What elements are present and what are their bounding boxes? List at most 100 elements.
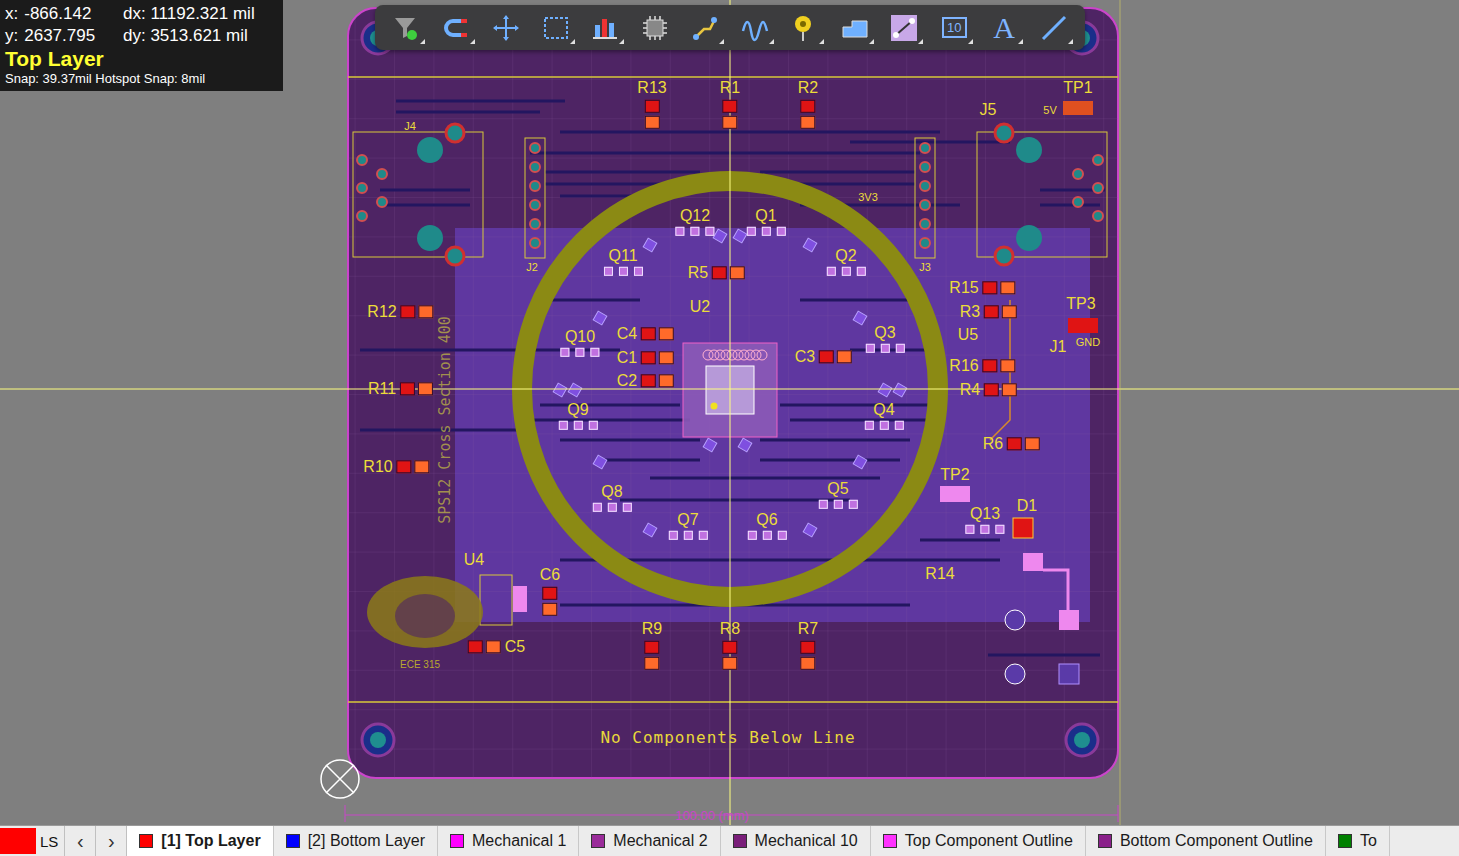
coordinate-hud: x:-866.142dx: 11192.321 mily:2637.795dy:… (0, 0, 283, 91)
tool-button[interactable]: 10 (931, 8, 977, 48)
layer-color (139, 834, 153, 848)
tool-button[interactable] (1031, 8, 1077, 48)
component[interactable]: Q11 (608, 247, 637, 265)
layer-color (883, 834, 897, 848)
pad (589, 421, 598, 430)
component[interactable]: C3 (795, 348, 815, 366)
component[interactable]: Q2 (835, 247, 856, 265)
layer-tab[interactable]: To (1326, 826, 1390, 856)
component[interactable]: TP3 (1066, 295, 1095, 313)
component[interactable]: Q3 (874, 324, 895, 342)
component[interactable]: Q5 (827, 480, 848, 498)
pad (418, 382, 433, 395)
pad (722, 657, 737, 670)
pad (1007, 437, 1022, 450)
tool-button[interactable] (782, 8, 828, 48)
layer-tab[interactable]: [2] Bottom Layer (274, 826, 438, 856)
component[interactable]: R11 (368, 380, 396, 398)
layer-tab[interactable]: Top Component Outline (871, 826, 1086, 856)
tool-button[interactable] (732, 8, 778, 48)
dropdown-caret (1068, 39, 1073, 44)
pad (763, 531, 772, 540)
component[interactable]: R9 (642, 620, 662, 638)
designator: 5V (1043, 104, 1056, 117)
component[interactable]: Q4 (873, 401, 894, 419)
component[interactable]: Q13 (970, 505, 1000, 523)
pad (712, 266, 727, 279)
layer-tab[interactable]: Bottom Component Outline (1086, 826, 1326, 856)
component[interactable]: J5 (980, 101, 997, 119)
layer-tab[interactable]: Mechanical 1 (438, 826, 579, 856)
component[interactable]: J1 (1050, 338, 1067, 356)
designator: TP2 (940, 466, 969, 484)
component[interactable]: 3V3 (858, 191, 878, 204)
pad (641, 374, 656, 387)
component[interactable]: TP1 (1063, 79, 1092, 97)
component[interactable]: GND (1076, 336, 1100, 349)
tool-button[interactable] (433, 8, 479, 48)
component[interactable]: R2 (798, 79, 818, 97)
layer-tab[interactable]: Mechanical 2 (579, 826, 720, 856)
layer-tab[interactable]: [1] Top Layer (127, 826, 273, 856)
component[interactable]: R14 (925, 565, 954, 583)
component[interactable]: D1 (1017, 497, 1037, 515)
tool-button[interactable]: A (981, 8, 1027, 48)
designator: R8 (720, 620, 740, 638)
component[interactable]: TP2 (940, 466, 969, 484)
tool-button[interactable] (881, 8, 927, 48)
component[interactable]: C5 (505, 638, 525, 656)
component[interactable]: J4 (404, 120, 416, 133)
designator: R1 (720, 79, 740, 97)
pad (1001, 281, 1016, 294)
component[interactable]: Q1 (755, 207, 776, 225)
design-canvas[interactable]: R13 R1 R2 TP1 5V J5 J4 J2 J3 3V3 Q12 Q1 Q11 Q2 R5 U2 R15… (0, 0, 1459, 825)
component[interactable]: R7 (798, 620, 818, 638)
component[interactable]: R3 (960, 303, 980, 321)
component[interactable]: R1 (720, 79, 740, 97)
component[interactable]: Q6 (756, 511, 777, 529)
component[interactable]: Q8 (601, 483, 622, 501)
component[interactable]: J3 (919, 261, 931, 274)
prev-layer-button[interactable]: ‹ (65, 826, 96, 856)
next-layer-button[interactable]: › (96, 826, 127, 856)
tool-button[interactable] (483, 8, 529, 48)
component[interactable]: C6 (540, 566, 560, 584)
pad (644, 657, 659, 670)
route-icon (690, 13, 720, 43)
component[interactable]: U2 (690, 298, 710, 316)
component[interactable]: R12 (367, 303, 396, 321)
tool-button[interactable] (582, 8, 628, 48)
component[interactable]: R16 (949, 357, 978, 375)
pad (866, 344, 875, 353)
layer-tab[interactable]: Mechanical 10 (721, 826, 871, 856)
pad (983, 281, 998, 294)
pad (896, 344, 905, 353)
tool-button[interactable] (533, 8, 579, 48)
component[interactable]: Q9 (567, 401, 588, 419)
component[interactable]: R13 (637, 79, 666, 97)
component[interactable]: R5 (688, 264, 708, 282)
component[interactable]: C2 (617, 372, 637, 390)
component[interactable]: C4 (617, 325, 637, 343)
layer-tabs: LS‹›[1] Top Layer[2] Bottom LayerMechani… (0, 825, 1459, 856)
component[interactable]: 5V (1043, 104, 1056, 117)
component[interactable]: R8 (720, 620, 740, 638)
component[interactable]: Q7 (677, 511, 698, 529)
tool-button[interactable] (383, 8, 429, 48)
tool-button[interactable] (632, 8, 678, 48)
component[interactable]: J2 (526, 261, 538, 274)
component[interactable]: R10 (363, 458, 392, 476)
component[interactable]: U5 (958, 326, 978, 344)
component[interactable]: Q10 (565, 328, 595, 346)
tool-button[interactable] (832, 8, 878, 48)
component[interactable]: Q12 (680, 207, 710, 225)
layer-set-button[interactable]: LS (0, 826, 65, 856)
designator: U5 (958, 326, 978, 344)
component[interactable]: C1 (617, 349, 637, 367)
component[interactable]: R15 (949, 279, 978, 297)
component[interactable]: R6 (983, 435, 1003, 453)
pad (468, 640, 483, 653)
component[interactable]: R4 (960, 381, 980, 399)
tool-button[interactable] (682, 8, 728, 48)
component[interactable]: U4 (464, 551, 484, 569)
